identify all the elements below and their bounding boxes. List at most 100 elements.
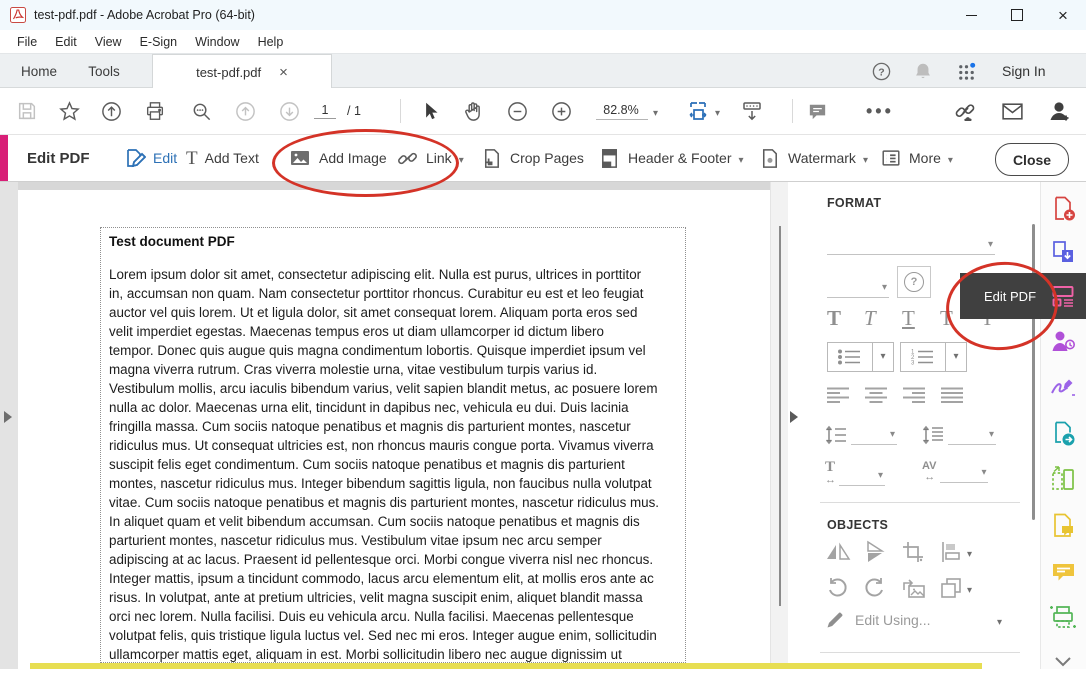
previous-page-button[interactable] xyxy=(234,88,257,134)
menu-window[interactable]: Window xyxy=(186,35,248,49)
scroll-mode-button[interactable] xyxy=(740,88,764,134)
chevron-down-icon xyxy=(967,581,972,596)
sign-in-button[interactable]: Sign In xyxy=(1002,54,1046,88)
share-link-icon[interactable] xyxy=(952,88,978,134)
line-spacing-control[interactable] xyxy=(825,422,897,445)
text-block-bounding-box[interactable]: Test document PDF Lorem ipsum dolor sit … xyxy=(100,227,686,663)
font-size-dropdown[interactable] xyxy=(827,275,889,298)
notifications-bell-icon[interactable] xyxy=(913,54,933,88)
tab-close-icon[interactable] xyxy=(279,64,288,81)
replace-image-button[interactable] xyxy=(901,576,927,600)
character-spacing-dropdown[interactable] xyxy=(940,460,988,483)
profile-avatar-icon[interactable] xyxy=(1046,88,1072,134)
document-scrollbar[interactable] xyxy=(770,182,788,669)
document-text-line: nulla ac dolor. Maecenas urna elit, tinc… xyxy=(109,398,677,417)
align-objects-dropdown[interactable] xyxy=(939,540,972,564)
arrange-objects-dropdown[interactable] xyxy=(939,576,972,600)
bullet-list-control[interactable] xyxy=(827,342,894,372)
print-button[interactable] xyxy=(144,88,166,134)
crop-object-button[interactable] xyxy=(901,540,925,564)
hand-tool-button[interactable] xyxy=(462,88,485,134)
star-favorite-button[interactable] xyxy=(58,88,81,134)
search-icon[interactable] xyxy=(190,88,213,134)
export-pdf-tool-icon[interactable] xyxy=(1040,411,1086,455)
flip-horizontal-button[interactable] xyxy=(825,540,851,564)
character-spacing-control[interactable]: AV↔ xyxy=(922,460,988,483)
fit-width-button[interactable] xyxy=(686,88,720,134)
tab-home[interactable]: Home xyxy=(14,54,64,88)
help-button[interactable]: ? xyxy=(871,54,892,88)
font-family-dropdown[interactable] xyxy=(827,232,995,255)
font-help-button[interactable]: ? xyxy=(897,266,931,298)
scan-ocr-tool-icon[interactable] xyxy=(1040,595,1086,639)
zoom-out-button[interactable] xyxy=(506,88,529,134)
bold-button[interactable]: T xyxy=(827,308,841,329)
page-number-value[interactable]: 1 xyxy=(314,103,336,119)
share-upload-button[interactable] xyxy=(100,88,123,134)
zoom-in-button[interactable] xyxy=(550,88,573,134)
rotate-counterclockwise-button[interactable] xyxy=(825,576,849,600)
paragraph-spacing-control[interactable] xyxy=(922,422,996,445)
organize-pages-tool-icon[interactable] xyxy=(1040,457,1086,501)
chevron-down-icon xyxy=(863,150,868,166)
menu-view[interactable]: View xyxy=(86,35,131,49)
menu-file[interactable]: File xyxy=(8,35,46,49)
horizontal-scale-control[interactable]: T↔ xyxy=(825,460,885,486)
collapse-right-pane-arrow-icon[interactable] xyxy=(790,411,798,423)
close-edit-pdf-button[interactable]: Close xyxy=(995,143,1069,176)
expand-left-pane-arrow-icon[interactable] xyxy=(4,411,12,423)
tab-tools[interactable]: Tools xyxy=(78,54,130,88)
menu-esign[interactable]: E-Sign xyxy=(131,35,187,49)
line-spacing-dropdown[interactable] xyxy=(851,422,897,445)
underline-button[interactable]: T xyxy=(902,308,915,329)
document-scrollbar-thumb[interactable] xyxy=(779,226,781,606)
zoom-level-value[interactable]: 82.8% xyxy=(596,103,648,120)
comment-button[interactable] xyxy=(806,88,829,134)
menu-edit[interactable]: Edit xyxy=(46,35,86,49)
crop-pages-button[interactable]: Crop Pages xyxy=(480,135,584,181)
combine-files-tool-icon[interactable] xyxy=(1040,230,1086,274)
tab-document[interactable]: test-pdf.pdf xyxy=(152,54,332,89)
more-tools-ellipsis-button[interactable]: ••• xyxy=(866,88,894,134)
flip-vertical-button[interactable] xyxy=(863,540,887,564)
next-page-button[interactable] xyxy=(278,88,301,134)
tools-rail-expand-chevron-icon[interactable] xyxy=(1040,640,1086,684)
comment-tool-icon[interactable] xyxy=(1040,549,1086,593)
select-tool-button[interactable] xyxy=(420,88,441,134)
more-dropdown-button[interactable]: More xyxy=(880,135,953,181)
chevron-down-icon[interactable] xyxy=(872,343,893,371)
watermark-label: Watermark xyxy=(788,150,856,166)
edit-button[interactable]: Edit xyxy=(122,135,177,181)
fill-and-sign-tool-icon[interactable] xyxy=(1040,365,1086,409)
watermark-dropdown-button[interactable]: Watermark xyxy=(758,135,868,181)
numbered-list-icon[interactable]: 123 xyxy=(901,343,945,371)
email-icon[interactable] xyxy=(1000,88,1025,134)
add-text-button[interactable]: T Add Text xyxy=(186,135,259,181)
numbered-list-control[interactable]: 123 xyxy=(900,342,967,372)
horizontal-scale-dropdown[interactable] xyxy=(839,463,885,486)
align-center-button[interactable] xyxy=(865,387,889,404)
menu-help[interactable]: Help xyxy=(249,35,293,49)
save-button[interactable] xyxy=(16,88,38,134)
chevron-down-icon[interactable] xyxy=(945,343,966,371)
page-comment-tool-icon[interactable] xyxy=(1040,503,1086,547)
page-number-field[interactable]: 1 / 1 xyxy=(314,88,361,134)
align-left-button[interactable] xyxy=(827,387,851,404)
minimize-button[interactable] xyxy=(948,0,994,30)
bullet-list-icon[interactable] xyxy=(828,343,872,371)
pdf-page[interactable]: Test document PDF Lorem ipsum dolor sit … xyxy=(18,190,770,669)
create-pdf-tool-icon[interactable] xyxy=(1040,186,1086,230)
align-justify-button[interactable] xyxy=(941,387,965,404)
rotate-clockwise-button[interactable] xyxy=(863,576,887,600)
zoom-level-dropdown[interactable]: 82.8% xyxy=(596,88,658,134)
italic-button[interactable]: T xyxy=(864,308,876,329)
document-text-line: magna viverra rutrum. Cras viverra moles… xyxy=(109,360,677,379)
paragraph-spacing-dropdown[interactable] xyxy=(948,422,996,445)
close-window-button[interactable] xyxy=(1040,0,1086,30)
app-grid-icon[interactable] xyxy=(956,54,977,88)
horizontal-scale-icon: T↔ xyxy=(825,460,835,486)
header-footer-dropdown-button[interactable]: Header & Footer xyxy=(598,135,744,181)
maximize-button[interactable] xyxy=(994,0,1040,30)
align-right-button[interactable] xyxy=(903,387,927,404)
edit-using-dropdown[interactable]: Edit Using... xyxy=(825,610,930,630)
